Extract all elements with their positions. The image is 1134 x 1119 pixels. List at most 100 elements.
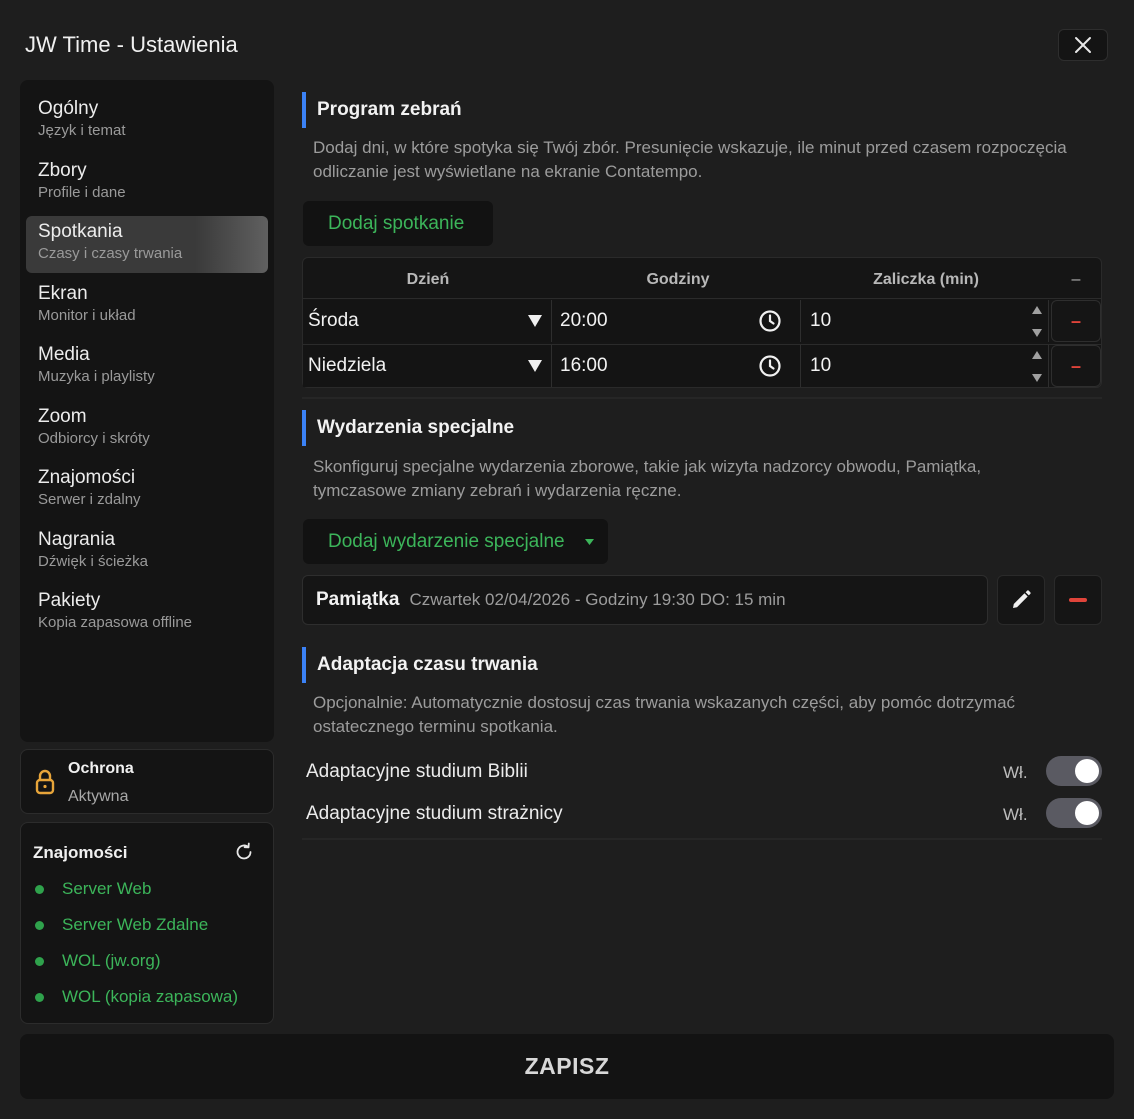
advance-stepper[interactable]: 10	[801, 300, 1049, 342]
edit-event-button[interactable]	[997, 575, 1045, 625]
sidebar-item-connections[interactable]: Znajomości Serwer i zdalny	[26, 462, 268, 519]
sidebar-item-subtitle: Kopia zapasowa offline	[38, 614, 192, 631]
protection-status: Aktywna	[68, 788, 129, 805]
connections-card: Znajomości Server Web Server Web Zdalne …	[20, 822, 274, 1024]
special-event-name: Pamiątka	[316, 589, 400, 610]
day-value: Niedziela	[308, 355, 387, 376]
dropdown-arrow-icon	[528, 315, 542, 327]
sidebar-item-recordings[interactable]: Nagrania Dźwięk i ścieżka	[26, 524, 268, 581]
column-header-actions: –	[1071, 271, 1081, 288]
sidebar-item-subtitle: Czasy i czasy trwania	[38, 245, 183, 262]
connection-item-web-server: Server Web	[35, 879, 151, 899]
dropdown-arrow-icon	[528, 360, 542, 372]
sidebar-item-screen[interactable]: Ekran Monitor i układ	[26, 278, 268, 335]
remove-event-button[interactable]	[1054, 575, 1102, 625]
time-input[interactable]: 16:00	[552, 345, 801, 387]
toggle-knob	[1075, 801, 1099, 825]
toggle-knob	[1075, 759, 1099, 783]
sidebar-item-subtitle: Serwer i zdalny	[38, 491, 141, 508]
sidebar-item-subtitle: Język i temat	[38, 122, 126, 139]
toggle-state-bible-study: Wł.	[1003, 763, 1028, 782]
sidebar-item-subtitle: Profile i dane	[38, 183, 126, 201]
protection-title: Ochrona	[68, 760, 134, 777]
toggle-label-watchtower-study: Adaptacyjne studium strażnicy	[306, 803, 563, 824]
lock-icon	[35, 769, 55, 795]
connection-label: Server Web	[62, 879, 152, 898]
connection-item-web-server-remote: Server Web Zdalne	[35, 915, 208, 935]
sidebar-item-title: Media	[38, 344, 90, 365]
section-divider	[302, 397, 1102, 399]
status-dot	[35, 884, 44, 894]
sidebar-item-title: Ogólny	[38, 98, 99, 119]
toggle-state-watchtower-study: Wł.	[1003, 805, 1028, 824]
add-special-event-label: Dodaj wydarzenie specjalne	[328, 530, 565, 552]
day-select[interactable]: Środa	[303, 300, 552, 342]
advance-stepper[interactable]: 10	[801, 345, 1049, 387]
toggle-label-bible-study: Adaptacyjne studium Biblii	[306, 761, 528, 782]
stepper-up-icon[interactable]	[1032, 306, 1042, 314]
connection-label: WOL (kopia zapasowa)	[62, 987, 239, 1006]
section-title-meetings: Program zebrań	[302, 92, 462, 128]
connections-title: Znajomości	[33, 843, 128, 862]
time-value: 20:00	[560, 310, 608, 331]
add-meeting-button[interactable]: Dodaj spotkanie	[303, 201, 493, 246]
sidebar-item-packages[interactable]: Pakiety Kopia zapasowa offline	[26, 585, 268, 642]
sidebar-item-title: Znajomości	[38, 467, 136, 488]
close-icon	[1075, 37, 1091, 53]
row-divider	[303, 298, 1101, 299]
remove-icon: –	[1070, 310, 1081, 331]
sidebar-item-title: Pakiety	[38, 590, 101, 611]
column-header-time: Godziny	[646, 271, 710, 288]
connection-label: Server Web Zdalne	[62, 915, 209, 934]
toggle-watchtower-study[interactable]	[1046, 798, 1102, 828]
special-event-item: Pamiątka Czwartek 02/04/2026 - Godziny 1…	[302, 575, 988, 625]
status-dot	[35, 956, 44, 966]
sidebar-item-congregations[interactable]: Zbory Profile i dane	[26, 155, 268, 212]
status-dot	[35, 992, 44, 1002]
save-button[interactable]: ZAPISZ	[20, 1034, 1114, 1099]
time-value: 16:00	[560, 355, 608, 376]
section-title-special-events: Wydarzenia specjalne	[302, 410, 514, 446]
connection-label: WOL (jw.org)	[62, 951, 161, 970]
sidebar-item-subtitle: Dźwięk i ścieżka	[38, 552, 149, 570]
toggle-bible-study[interactable]	[1046, 756, 1102, 786]
clock-icon[interactable]	[759, 310, 781, 332]
section-divider	[302, 838, 1102, 840]
day-value: Środa	[308, 310, 359, 331]
sidebar-item-title: Zoom	[38, 405, 87, 427]
day-select[interactable]: Niedziela	[303, 345, 552, 387]
advance-value: 10	[810, 310, 832, 331]
clock-icon[interactable]	[759, 355, 781, 377]
sidebar-nav: Ogólny Język i temat Zbory Profile i dan…	[20, 80, 274, 742]
meetings-table: Dzień Godziny Zaliczka (min) – Środa 20:…	[302, 257, 1102, 388]
sidebar-item-meetings[interactable]: Spotkania Czasy i czasy trwania	[26, 216, 268, 273]
sidebar-item-media[interactable]: Media Muzyka i playlisty	[26, 339, 268, 396]
section-description-special-events: Skonfiguruj specjalne wydarzenia zborowe…	[313, 457, 982, 500]
chevron-down-icon	[585, 539, 594, 545]
refresh-icon[interactable]	[233, 841, 255, 863]
sidebar-item-zoom[interactable]: Zoom Odbiorcy i skróty	[26, 401, 268, 458]
remove-meeting-button[interactable]: –	[1051, 300, 1101, 342]
sidebar-item-general[interactable]: Ogólny Język i temat	[26, 93, 268, 150]
stepper-down-icon[interactable]	[1032, 374, 1042, 382]
sidebar-item-title: Nagrania	[38, 528, 116, 550]
sidebar-item-subtitle: Monitor i układ	[38, 306, 136, 324]
section-description-adaptation: Opcjonalnie: Automatycznie dostosuj czas…	[313, 693, 1016, 736]
stepper-up-icon[interactable]	[1032, 351, 1042, 359]
stepper-down-icon[interactable]	[1032, 329, 1042, 337]
close-button[interactable]	[1058, 29, 1108, 61]
column-header-day: Dzień	[406, 271, 450, 288]
sidebar-item-title: Ekran	[38, 282, 88, 304]
remove-meeting-button[interactable]: –	[1051, 345, 1101, 387]
sidebar-item-subtitle: Odbiorcy i skróty	[38, 429, 150, 447]
add-special-event-button[interactable]: Dodaj wydarzenie specjalne	[303, 519, 608, 564]
section-description-meetings: Dodaj dni, w które spotyka się Twój zbór…	[313, 138, 1067, 181]
sidebar-item-subtitle: Muzyka i playlisty	[38, 368, 155, 385]
connection-item-wol-backup: WOL (kopia zapasowa)	[35, 987, 238, 1007]
pencil-icon	[1013, 590, 1031, 608]
special-event-details: Czwartek 02/04/2026 - Godziny 19:30 DO: …	[409, 590, 786, 609]
sidebar-item-title: Zbory	[38, 159, 87, 181]
section-title-adaptation: Adaptacja czasu trwania	[302, 647, 538, 683]
time-input[interactable]: 20:00	[552, 300, 801, 342]
column-header-advance: Zaliczka (min)	[873, 271, 979, 288]
